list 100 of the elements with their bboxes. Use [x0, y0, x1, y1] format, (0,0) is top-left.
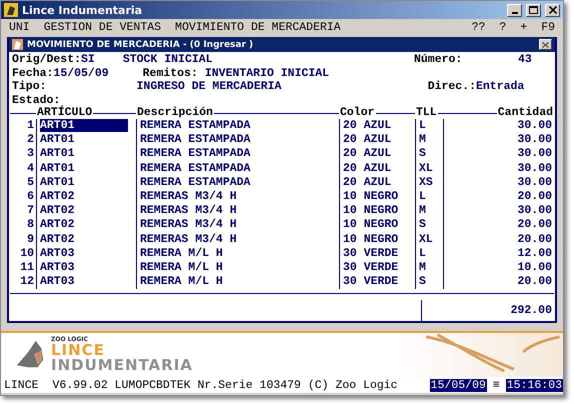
table-cell: REMERAS M3/4 H [136, 232, 339, 247]
row-number: 2 [26, 133, 35, 148]
dialog-icon [12, 39, 23, 50]
table-cell: M [415, 133, 443, 148]
table-cell: 30.00 [443, 147, 554, 162]
field-value: 43 [518, 53, 533, 66]
table-cell: REMERA M/L H [136, 246, 339, 261]
status-text: LINCE [4, 378, 39, 392]
maximize-button[interactable] [526, 4, 541, 16]
table-cell: 20.00 [443, 190, 554, 204]
shortcut-key[interactable]: ? [499, 20, 506, 34]
field-label: Número: [414, 53, 464, 66]
field-label: Direc.: [428, 80, 476, 94]
table-cell[interactable]: ART02 [40, 218, 75, 232]
table-cell: M [415, 260, 443, 276]
close-icon [542, 42, 549, 48]
table-cell: REMERAS M3/4 H [136, 190, 339, 204]
table-cell: S [415, 218, 443, 232]
menu-item[interactable]: GESTION DE VENTAS [44, 20, 162, 34]
field-value: STOCK INICIAL [122, 53, 213, 66]
status-text: V6.99.02 LUMOPCBDTEK Nr.Serie 103479 (C) Zoo Logic [52, 378, 398, 392]
table-cell[interactable]: ART01 [40, 176, 75, 189]
table-cell: 12.00 [443, 246, 554, 261]
table-cell[interactable]: ART03 [40, 260, 75, 274]
field-label: Fecha: [12, 66, 54, 80]
table-cell: 20 AZUL [339, 147, 415, 162]
table-cell: M [415, 204, 443, 218]
window-title: Lince Indumentaria [22, 4, 142, 16]
menu-item[interactable]: MOVIMIENTO DE MERCADERIA [175, 20, 341, 34]
table-cell[interactable]: ART03 [40, 246, 75, 260]
menu-item[interactable]: UNI [9, 20, 30, 34]
field-value: SI [81, 53, 95, 66]
table-cell: REMERAS M3/4 H [136, 204, 339, 218]
row-number: 10 [19, 246, 35, 261]
table-cell: 30.00 [443, 162, 554, 176]
table-cell: 30 VERDE [339, 275, 415, 290]
table-cell: 10 NEGRO [339, 190, 415, 204]
row-number: 3 [26, 147, 35, 162]
table-cell: REMERA ESTAMPADA [136, 176, 339, 190]
table-cell: L [415, 246, 443, 261]
app-icon [4, 3, 18, 17]
minimize-icon [512, 12, 518, 14]
minimize-button[interactable] [507, 4, 522, 16]
table-cell: REMERA M/L H [136, 275, 339, 290]
table-cell[interactable]: ART02 [40, 232, 75, 246]
close-button[interactable] [545, 4, 560, 16]
table-cell[interactable]: ART01 [40, 133, 75, 146]
maximize-icon [529, 6, 538, 14]
table-cell: 10 NEGRO [339, 204, 415, 218]
table-cell: 20 AZUL [339, 133, 415, 148]
product-name: LINCE [51, 343, 106, 358]
table-cell: 30.00 [443, 133, 554, 148]
table-cell: REMERA M/L H [136, 260, 339, 276]
product-name: INDUMENTARIA [51, 358, 193, 373]
status-time: 15:16:03 [506, 378, 563, 392]
row-number: 9 [26, 232, 35, 247]
table-cell: XL [415, 232, 443, 247]
shortcut-key[interactable]: ?? [472, 20, 486, 34]
field-label: Orig/Dest: [12, 53, 82, 66]
table-cell: 30.00 [443, 176, 554, 190]
row-number: 8 [26, 218, 35, 232]
table-cell[interactable]: ART01 [40, 119, 128, 132]
table-cell: S [415, 147, 443, 162]
table-cell[interactable]: ART02 [40, 190, 75, 203]
row-number: 11 [19, 260, 35, 276]
row-number: 6 [26, 190, 35, 204]
field-value: 15/05/09 [53, 66, 109, 80]
table-cell[interactable]: ART01 [40, 162, 75, 175]
table-cell[interactable]: ART02 [40, 204, 75, 218]
column-header: Descripción [136, 106, 214, 119]
field-label: Remitos: [142, 66, 198, 80]
table-cell: 20 AZUL [339, 119, 415, 134]
close-button[interactable] [539, 39, 552, 50]
shortcut-key[interactable]: F9 [541, 20, 555, 34]
table-cell: 20.00 [443, 232, 554, 247]
close-icon [548, 6, 556, 14]
table-cell: 20.00 [443, 275, 554, 290]
table-cell: 30 VERDE [339, 260, 415, 276]
table-cell: L [415, 119, 443, 134]
field-value: INVENTARIO INICIAL [204, 66, 330, 80]
table-cell[interactable]: ART01 [40, 147, 75, 160]
table-cell[interactable]: ART03 [40, 275, 75, 288]
table-cell: REMERA ESTAMPADA [136, 133, 339, 148]
table-cell: REMERAS M3/4 H [136, 218, 339, 232]
table-cell: XL [415, 162, 443, 176]
table-cell: 20 AZUL [339, 176, 415, 190]
table-cell: REMERA ESTAMPADA [136, 119, 339, 134]
table-cell: 30.00 [443, 119, 554, 134]
row-number: 4 [26, 162, 35, 176]
table-cell: REMERA ESTAMPADA [136, 147, 339, 162]
dialog-title: MOVIMIENTO DE MERCADERIA - (0 Ingresar ) [27, 40, 254, 50]
field-value: Entrada [476, 80, 526, 94]
field-label: Estado: [12, 94, 60, 106]
table-cell: 30.00 [443, 204, 554, 218]
shortcut-key[interactable]: + [520, 20, 528, 34]
row-number: 5 [26, 176, 35, 190]
row-number: 1 [26, 119, 35, 134]
table-cell: 10 NEGRO [339, 232, 415, 247]
total-value: 292.00 [421, 300, 554, 324]
separator-glyph: ≡ [492, 378, 500, 392]
